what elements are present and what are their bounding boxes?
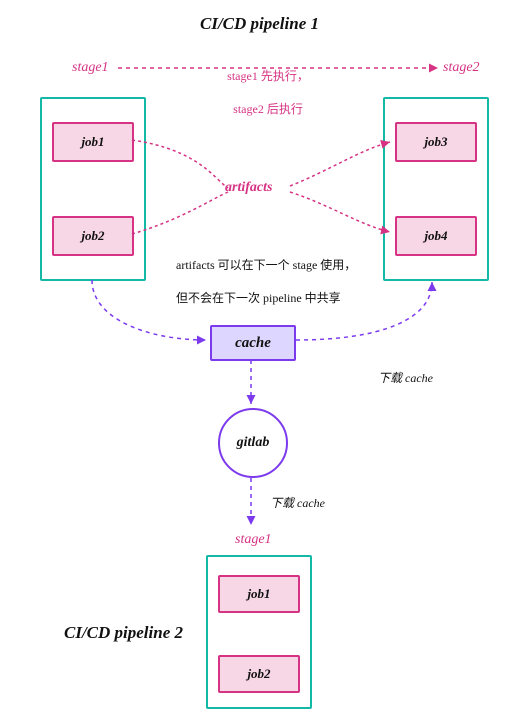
stage2-label: stage2 bbox=[443, 60, 480, 76]
job-label: job2 bbox=[81, 228, 104, 244]
stage-order-note-l2: stage2 后执行 bbox=[233, 102, 303, 116]
stage-order-note: stage1 先执行， stage2 后执行 bbox=[210, 51, 320, 118]
job-label: job4 bbox=[424, 228, 447, 244]
download-cache-right: 下载 cache bbox=[378, 370, 433, 387]
p2-stage1-label: stage1 bbox=[235, 532, 272, 548]
stage1-label: stage1 bbox=[72, 60, 109, 76]
download-cache-bottom: 下载 cache bbox=[270, 495, 325, 512]
job-label: job1 bbox=[81, 134, 104, 150]
stage-order-note-l1: stage1 先执行， bbox=[227, 69, 309, 83]
p1-stage2-job3: job3 bbox=[395, 122, 477, 162]
p1-stage2-job4: job4 bbox=[395, 216, 477, 256]
job-label: job2 bbox=[247, 666, 270, 682]
job-label: job3 bbox=[424, 134, 447, 150]
arrow-artifacts-to-job4 bbox=[290, 192, 390, 232]
gitlab-label: gitlab bbox=[237, 435, 270, 451]
arrow-job1-to-artifacts bbox=[132, 140, 228, 188]
artifacts-note-l1: artifacts 可以在下一个 stage 使用， bbox=[176, 258, 356, 272]
gitlab-circle: gitlab bbox=[218, 408, 288, 478]
arrow-artifacts-to-job3 bbox=[290, 142, 390, 186]
pipeline2-title: CI/CD pipeline 2 bbox=[64, 623, 183, 643]
artifacts-note: artifacts 可以在下一个 stage 使用， 但不会在下一次 pipel… bbox=[170, 240, 390, 307]
arrow-job2-to-artifacts bbox=[132, 192, 228, 234]
cache-box: cache bbox=[210, 325, 296, 361]
p2-stage1-job2: job2 bbox=[218, 655, 300, 693]
artifacts-label: artifacts bbox=[225, 180, 272, 196]
artifacts-note-l2: 但不会在下一次 pipeline 中共享 bbox=[176, 291, 341, 305]
p1-stage1-job1: job1 bbox=[52, 122, 134, 162]
cache-label: cache bbox=[235, 335, 271, 352]
job-label: job1 bbox=[247, 586, 270, 602]
pipeline1-title: CI/CD pipeline 1 bbox=[200, 14, 319, 34]
p2-stage1-job1: job1 bbox=[218, 575, 300, 613]
p1-stage1-job2: job2 bbox=[52, 216, 134, 256]
